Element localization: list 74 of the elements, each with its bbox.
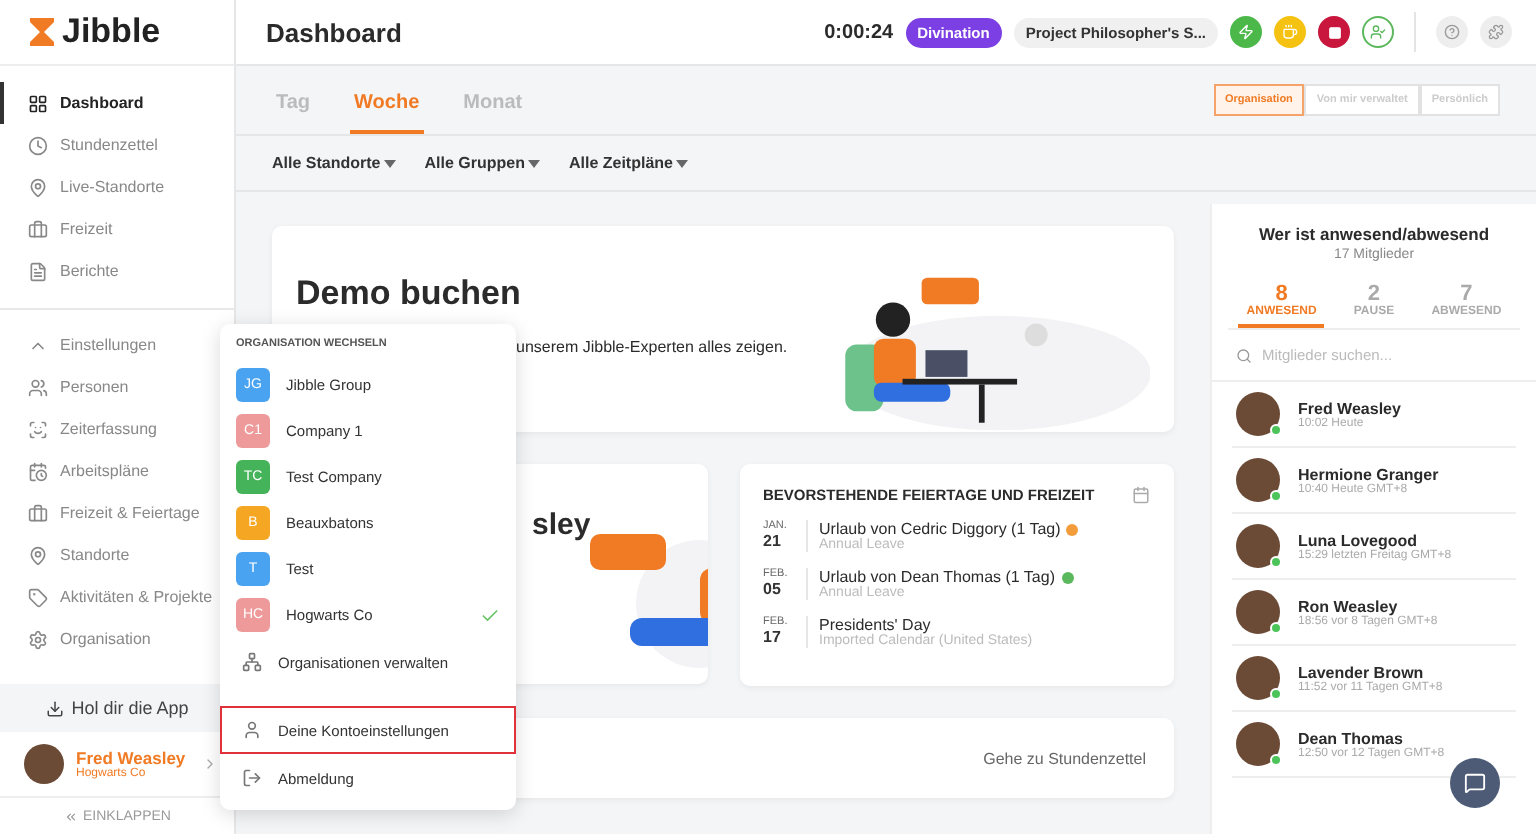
cup-icon <box>1282 24 1298 40</box>
integrations-button[interactable] <box>1480 16 1512 48</box>
card-text: unserem Jibble-Experten alles zeigen. <box>516 338 788 356</box>
user-name: Fred Weasley <box>76 748 186 768</box>
timer-reading: 0:00:24 <box>824 21 894 43</box>
sidebar-item[interactable]: Freizeit <box>0 208 234 250</box>
clock-icon <box>28 135 48 155</box>
holiday-title: Presidents' Day <box>819 616 931 634</box>
sidebar-item[interactable]: Zeiterfassung <box>0 408 234 450</box>
avatar <box>24 744 64 784</box>
double-chevron-icon <box>63 809 78 823</box>
puzzle-icon <box>1488 24 1504 40</box>
chevron-right-icon[interactable] <box>202 756 218 772</box>
sidebar-item[interactable]: Arbeitspläne <box>0 450 234 492</box>
calendar-clock-icon <box>28 461 48 481</box>
holiday-title: Urlaub von Cedric Diggory (1 Tag) <box>819 520 1061 538</box>
sidebar-item[interactable]: Dashboard <box>0 82 234 124</box>
logo-wordmark: Jibble <box>62 12 161 52</box>
document-icon <box>28 261 48 281</box>
search-icon <box>1236 347 1252 363</box>
break-button[interactable] <box>1274 16 1306 48</box>
briefcase-icon <box>28 503 48 523</box>
caret-icon <box>676 159 689 167</box>
switch-button[interactable] <box>1230 16 1262 48</box>
period-tab[interactable]: Woche <box>350 92 424 134</box>
member-name: Lavender Brown <box>1298 663 1426 681</box>
card-title: sley <box>532 508 591 546</box>
clock-in-button[interactable] <box>1362 16 1394 48</box>
panel-title: Wer ist anwesend/abwesend <box>1256 224 1492 244</box>
sidebar-item[interactable]: Live-Standorte <box>0 166 234 208</box>
member-name: Ron Weasley <box>1298 597 1398 615</box>
sidebar-item[interactable]: Stundenzettel <box>0 124 234 166</box>
sidebar-item[interactable]: Personen <box>0 366 234 408</box>
member-name: Luna Lovegood <box>1298 531 1418 549</box>
face-scan-icon <box>28 419 48 439</box>
pin-icon <box>28 545 48 565</box>
briefcase-icon <box>28 219 48 239</box>
logout-icon <box>242 768 262 788</box>
member-name: Fred Weasley <box>1298 399 1401 417</box>
sidebar-item[interactable]: Berichte <box>0 250 234 292</box>
download-icon <box>45 699 64 717</box>
sidebar-item[interactable]: Standorte <box>0 534 234 576</box>
settings-group-toggle[interactable]: Einstellungen <box>0 324 234 366</box>
caret-icon <box>384 159 397 167</box>
network-icon <box>242 652 262 672</box>
member-name: Hermione Granger <box>1298 465 1439 483</box>
card-title: Demo buchen <box>296 274 523 314</box>
holiday-title: Urlaub von Dean Thomas (1 Tag) <box>819 568 1055 586</box>
page-title: Dashboard <box>266 17 402 47</box>
hourglass-logo-icon <box>28 16 56 48</box>
check-icon <box>480 605 500 625</box>
filter-dropdown[interactable]: Alle Standorte <box>272 154 397 172</box>
lightning-icon <box>1238 24 1254 40</box>
help-icon <box>1444 24 1460 40</box>
stop-icon <box>1327 25 1341 39</box>
help-button[interactable] <box>1436 16 1468 48</box>
caret-icon <box>528 159 541 167</box>
calendar-icon[interactable] <box>1132 486 1150 504</box>
sidebar-item[interactable]: Organisation <box>0 618 234 660</box>
sidebar-item[interactable]: Aktivitäten & Projekte <box>0 576 234 618</box>
user-icon <box>242 720 262 740</box>
filter-dropdown[interactable]: Alle Zeitpläne <box>568 154 689 172</box>
member-name: Dean Thomas <box>1298 729 1405 747</box>
chat-icon <box>1464 772 1486 794</box>
timesheet-link[interactable]: Gehe zu Stundenzettel <box>983 749 1146 767</box>
tag-icon <box>28 587 48 607</box>
pin-icon <box>28 177 48 197</box>
sidebar-item[interactable]: Freizeit & Feiertage <box>0 492 234 534</box>
filter-dropdown[interactable]: Alle Gruppen <box>424 154 541 172</box>
grid-icon <box>28 93 48 113</box>
people-icon <box>28 377 48 397</box>
settings-icon <box>28 629 48 649</box>
stop-button[interactable] <box>1318 16 1350 48</box>
user-check-icon <box>1370 24 1386 40</box>
